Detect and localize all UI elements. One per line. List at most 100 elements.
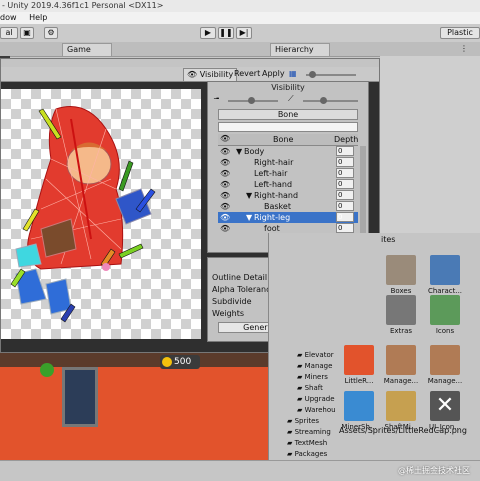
- bone-row[interactable]: 👁 Body ▼ 0: [218, 146, 358, 157]
- toolbar-settings-icon[interactable]: ⚙: [44, 27, 58, 39]
- bone-list-scrollbar[interactable]: [360, 146, 366, 242]
- bone-search-input[interactable]: [218, 122, 358, 132]
- eye-icon[interactable]: 👁: [220, 179, 230, 190]
- folder-label: Streaming: [294, 428, 331, 436]
- pause-button[interactable]: ❚❚: [218, 27, 234, 39]
- zoom-slider-knob[interactable]: [309, 71, 316, 78]
- asset-ui-icons[interactable]: ✕ UI_Icon...: [425, 391, 465, 431]
- bone-row[interactable]: 👁 Right-hair 0: [218, 157, 358, 168]
- depth-field[interactable]: 0: [336, 179, 354, 189]
- play-button[interactable]: ▶: [200, 27, 216, 39]
- close-icon: ✕: [430, 391, 460, 421]
- color-icon[interactable]: ▦: [286, 68, 300, 80]
- expand-arrow-icon[interactable]: ▼: [246, 190, 252, 201]
- bone-row[interactable]: 👁 Right-hand ▼ 0: [218, 190, 358, 201]
- bone-table-header: 👁 Bone Depth: [218, 134, 358, 146]
- asset-icons[interactable]: Icons: [425, 295, 465, 335]
- alpha-tolerance-label: Alpha Tolerance: [212, 285, 276, 294]
- toolbar-global-button[interactable]: al: [0, 27, 18, 39]
- folder-item[interactable]: ▰ Packages: [287, 450, 327, 458]
- folder-item[interactable]: ▰ Streaming: [287, 428, 331, 436]
- folder-item[interactable]: ▰ Upgrade: [297, 395, 335, 403]
- step-button[interactable]: ▶|: [236, 27, 252, 39]
- folder-item[interactable]: ▰ Elevator: [297, 351, 334, 359]
- expand-arrow-icon[interactable]: ▼: [236, 146, 242, 157]
- asset-shaftminer[interactable]: ShaftMi...: [381, 391, 421, 431]
- depth-field[interactable]: 0: [336, 212, 354, 222]
- folder-item[interactable]: ▰ Warehou: [297, 406, 336, 414]
- depth-field[interactable]: 0: [336, 146, 354, 156]
- littleredcap-thumbnail: [344, 345, 374, 375]
- bone-row[interactable]: 👁 Left-hand 0: [218, 179, 358, 190]
- tab-bone[interactable]: Bone: [218, 109, 358, 120]
- bone-row[interactable]: 👁 Left-hair 0: [218, 168, 358, 179]
- eye-icon[interactable]: 👁: [220, 190, 230, 201]
- folder-icon: ▰: [297, 406, 305, 414]
- asset-manager-2[interactable]: Manage...: [425, 345, 465, 385]
- folder-icon: ▰: [287, 417, 295, 425]
- column-header-bone: Bone: [273, 135, 294, 144]
- eye-icon[interactable]: 👁: [220, 223, 230, 234]
- depth-field[interactable]: 0: [336, 157, 354, 167]
- expand-arrow-icon[interactable]: ▼: [246, 212, 252, 223]
- boxes-thumbnail: [386, 255, 416, 285]
- tab-hierarchy[interactable]: Hierarchy: [270, 43, 330, 56]
- folder-label: Shaft: [304, 384, 323, 392]
- depth-field[interactable]: 0: [336, 201, 354, 211]
- eye-icon[interactable]: 👁: [220, 201, 230, 212]
- asset-path: Assets/Sprites/LittleRedCap.png: [339, 426, 467, 435]
- folder-item[interactable]: ▰ Manage: [297, 362, 332, 370]
- asset-manager-1-label: Manage...: [383, 377, 419, 385]
- asset-characters[interactable]: Charact...: [425, 255, 465, 295]
- asset-minershaft[interactable]: MinerSh...: [339, 391, 379, 431]
- bone-label: Body: [244, 147, 265, 156]
- bone-joint-icon[interactable]: [102, 263, 110, 271]
- folder-item[interactable]: ▰ Sprites: [287, 417, 319, 425]
- game-tab-label: Game: [67, 45, 91, 54]
- bone-label: Left-hair: [254, 169, 288, 178]
- visibility-toggle-button[interactable]: 👁 Visibility: [183, 68, 238, 82]
- eye-icon[interactable]: 👁: [220, 212, 230, 223]
- bone-label: Right-leg: [254, 213, 291, 222]
- folder-label: TextMesh: [294, 439, 328, 447]
- eye-icon: 👁: [220, 134, 231, 143]
- eye-icon[interactable]: 👁: [220, 146, 230, 157]
- bone-opacity-slider[interactable]: [303, 100, 358, 102]
- leg-right-shape: [45, 278, 72, 315]
- toolbar-pivot-icon[interactable]: ▣: [20, 27, 34, 39]
- bone-icon[interactable]: [118, 160, 134, 192]
- asset-manager-1[interactable]: Manage...: [381, 345, 421, 385]
- asset-littleredcap[interactable]: LittleR...: [339, 345, 379, 385]
- depth-field[interactable]: 0: [336, 190, 354, 200]
- mesh-opacity-knob[interactable]: [248, 97, 255, 104]
- depth-field[interactable]: 0: [336, 223, 354, 233]
- tab-game[interactable]: Game: [62, 43, 112, 56]
- bone-row[interactable]: 👁 Right-leg ▼ 0: [218, 212, 358, 223]
- apply-button[interactable]: Apply: [259, 68, 288, 80]
- bone-row[interactable]: 👁 Basket 0: [218, 201, 358, 212]
- bone-opacity-knob[interactable]: [320, 97, 327, 104]
- eye-icon[interactable]: 👁: [220, 168, 230, 179]
- folder-item[interactable]: ▰ TextMesh: [287, 439, 327, 447]
- asset-littleredcap-label: LittleR...: [344, 377, 374, 385]
- folder-label: Packages: [294, 450, 328, 458]
- bone-label: Right-hand: [254, 191, 299, 200]
- folder-item[interactable]: ▰ Miners: [297, 373, 328, 381]
- asset-extras[interactable]: Extras: [381, 295, 421, 335]
- menu-item-window[interactable]: dow: [0, 13, 17, 22]
- scene-view[interactable]: 500: [0, 353, 268, 460]
- asset-characters-label: Charact...: [427, 287, 463, 295]
- plastic-button[interactable]: Plastic: [440, 27, 480, 39]
- sprite-canvas[interactable]: [1, 89, 201, 339]
- icons-thumbnail: [430, 295, 460, 325]
- menu-item-help[interactable]: Help: [29, 13, 47, 22]
- outline-detail-label: Outline Detail: [212, 273, 268, 282]
- foot-shape: [15, 243, 42, 268]
- eye-icon[interactable]: 👁: [220, 157, 230, 168]
- depth-field[interactable]: 0: [336, 168, 354, 178]
- tab-menu-icon[interactable]: ⋮: [460, 44, 468, 53]
- menu-bar: dow Help: [0, 12, 480, 24]
- asset-boxes[interactable]: Boxes: [381, 255, 421, 295]
- asset-extras-label: Extras: [389, 327, 413, 335]
- folder-item[interactable]: ▰ Shaft: [297, 384, 323, 392]
